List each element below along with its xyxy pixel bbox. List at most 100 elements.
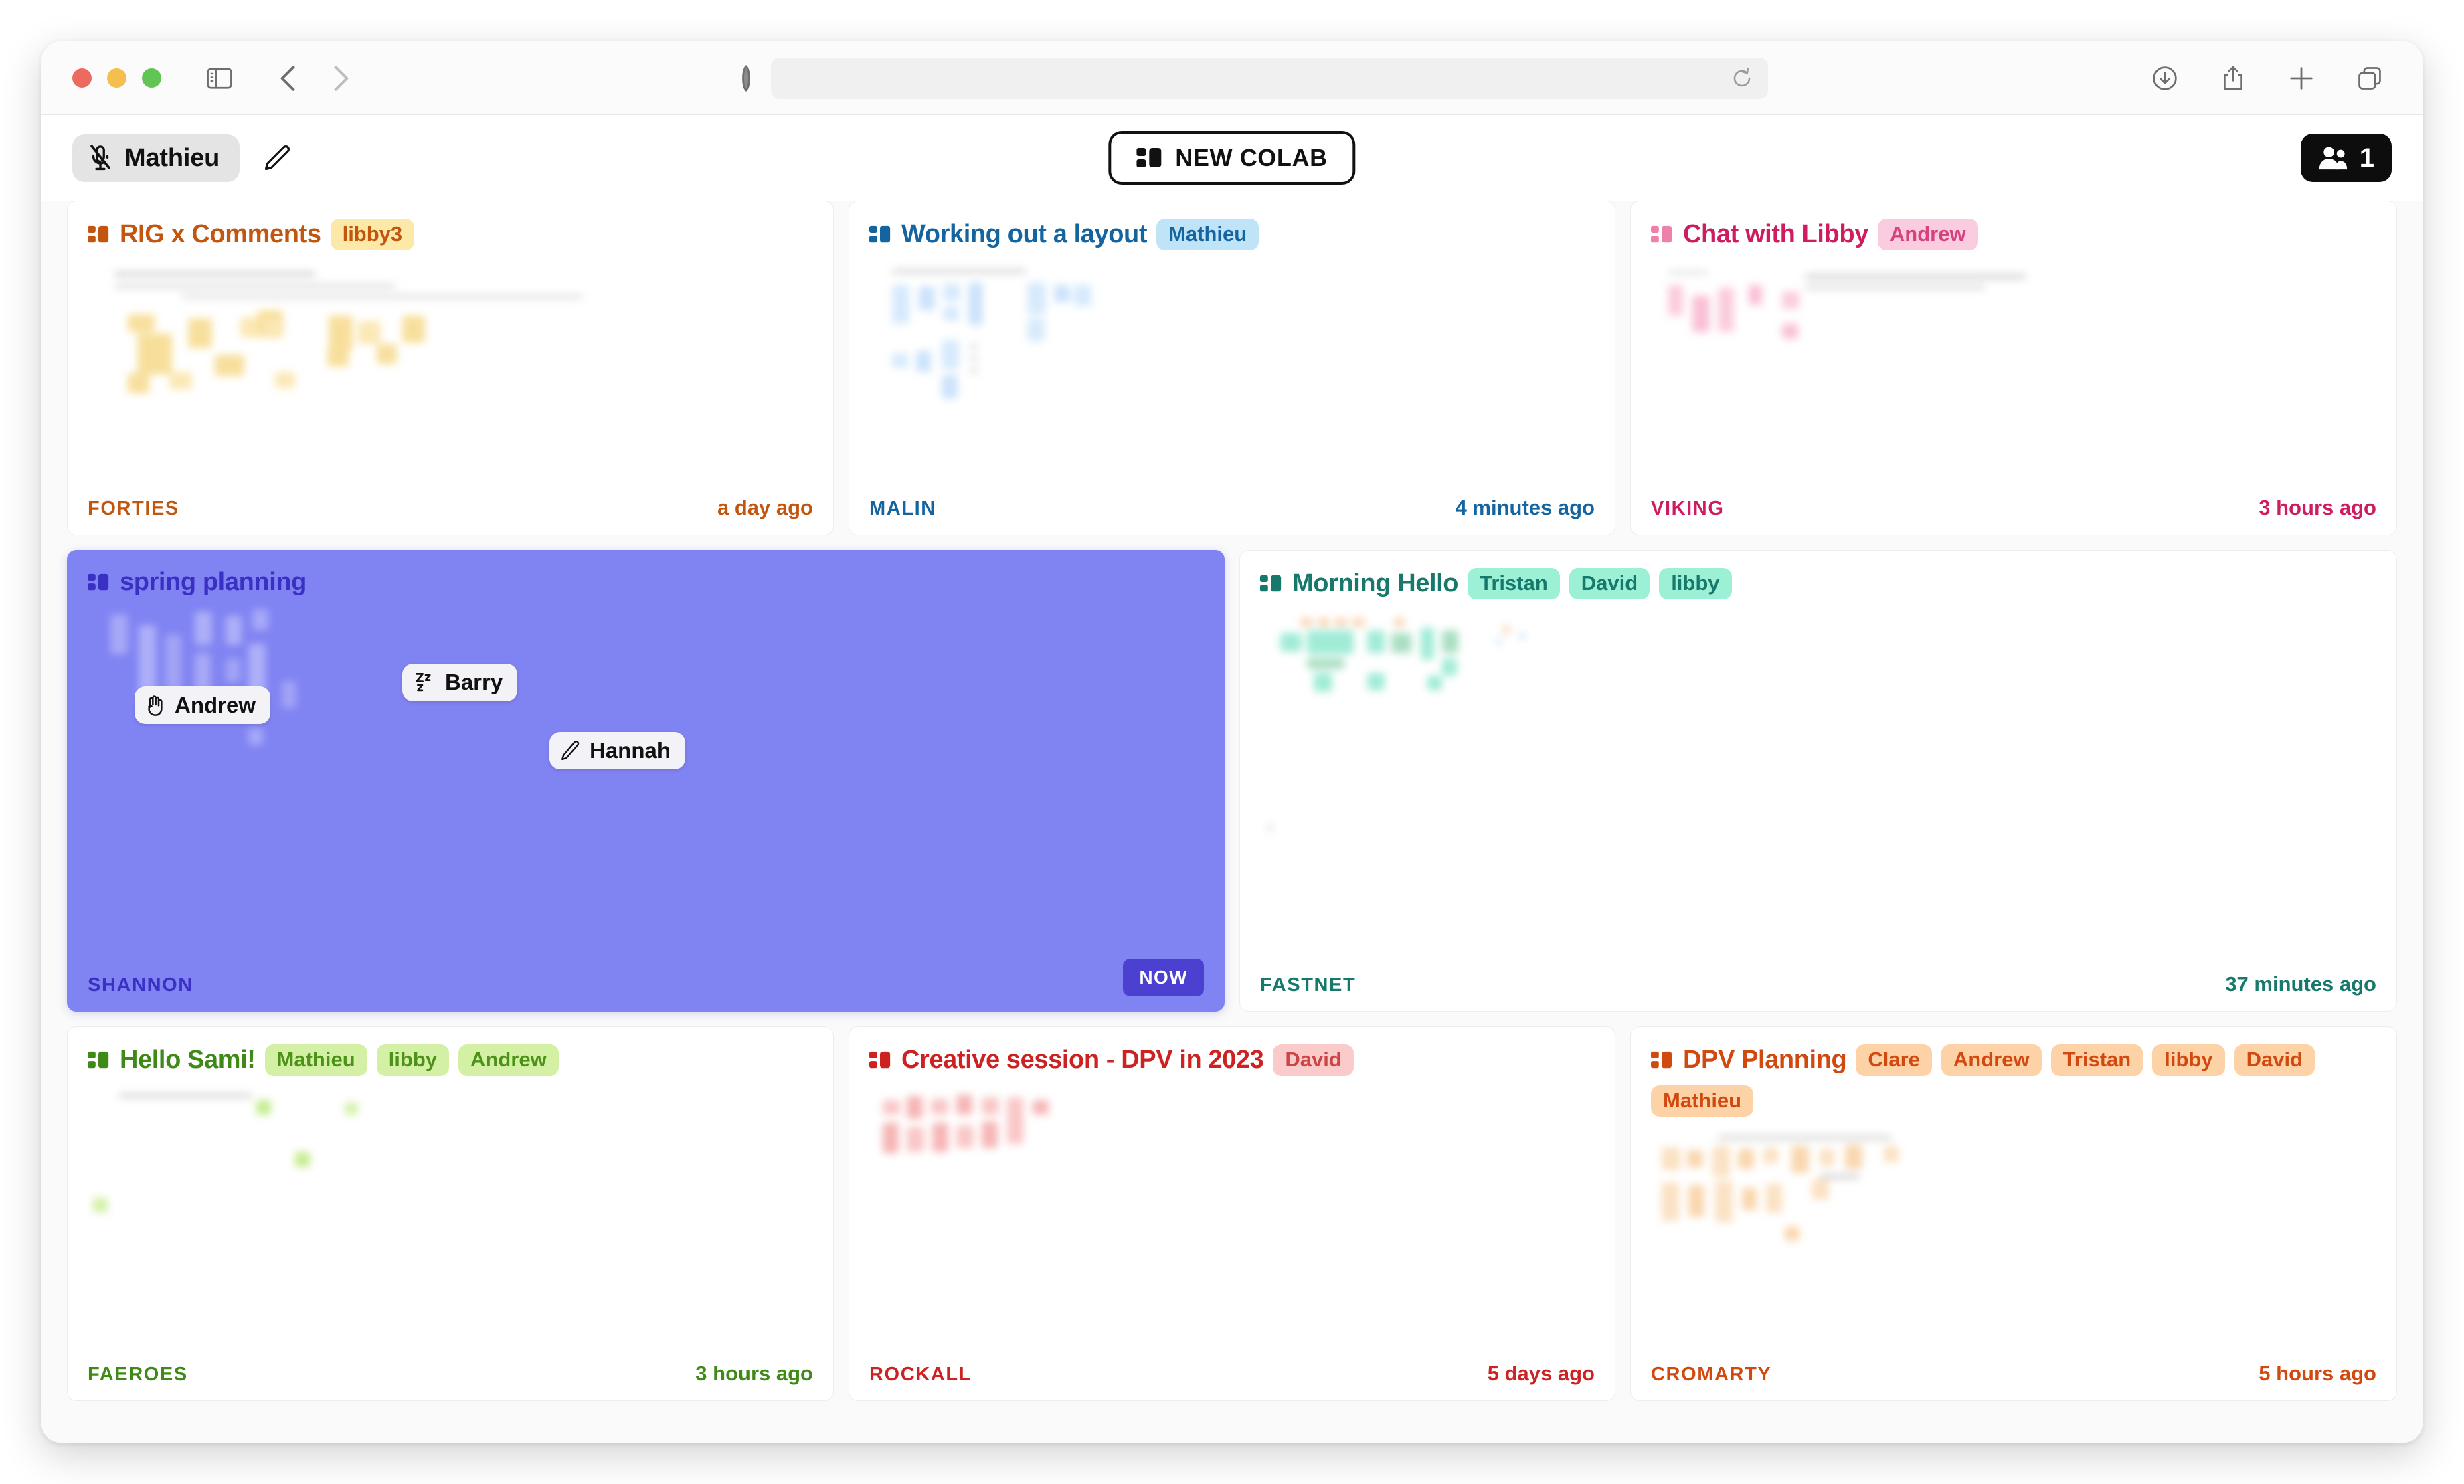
card-footer-name: ROCKALL	[869, 1364, 972, 1385]
maximize-window-button[interactable]	[142, 68, 161, 88]
downloads-icon[interactable]	[2144, 58, 2186, 99]
participant-chip[interactable]: Andrew	[458, 1044, 559, 1076]
card-preview	[869, 254, 1595, 489]
card-footer-name: CROMARTY	[1651, 1364, 1772, 1385]
colab-grid: RIG x Comments libby3 FORTIES a day ago …	[41, 201, 2423, 1443]
new-colab-button[interactable]: NEW COLAB	[1108, 131, 1356, 185]
edit-name-pencil-icon[interactable]	[262, 143, 292, 173]
colab-card-morning-hello[interactable]: Morning Hello Tristan David libby FASTNE…	[1239, 550, 2397, 1012]
card-thumbnail	[88, 1080, 813, 1355]
participant-chip[interactable]: libby	[376, 1044, 450, 1076]
sidebar-toggle-icon[interactable]	[199, 58, 240, 99]
card-title-text: Hello Sami!	[120, 1046, 256, 1074]
card-footer-name: FASTNET	[1260, 974, 1356, 996]
privacy-shield-icon[interactable]	[739, 64, 754, 92]
current-user-chip[interactable]: Mathieu	[72, 134, 240, 182]
participant-chip[interactable]: David	[1569, 568, 1650, 599]
colab-card-dpv-planning[interactable]: DPV Planning Clare Andrew Tristan libby …	[1630, 1026, 2397, 1401]
participant-chip[interactable]: David	[2234, 1044, 2315, 1076]
card-preview	[88, 254, 813, 489]
card-title-text: Morning Hello	[1292, 569, 1459, 597]
participant-chip[interactable]: libby	[1659, 568, 1732, 599]
card-footer-name: MALIN	[869, 498, 936, 519]
participant-chip[interactable]: Andrew	[1877, 219, 1978, 250]
presence-pill-andrew[interactable]: Andrew	[135, 686, 271, 724]
grid-layout-icon	[88, 225, 109, 244]
card-footer-name: VIKING	[1651, 498, 1725, 519]
participant-chip[interactable]: Mathieu	[1651, 1085, 1754, 1117]
forward-chevron-icon[interactable]	[321, 58, 362, 99]
browser-titlebar	[41, 41, 2423, 115]
grid-layout-icon	[88, 1051, 109, 1069]
card-thumbnail	[88, 601, 1204, 952]
card-header: Hello Sami! Mathieu libby Andrew	[88, 1044, 813, 1076]
browser-toolbar-right	[2144, 58, 2390, 99]
participant-chip[interactable]: Clare	[1856, 1044, 1932, 1076]
card-footer: FASTNET 37 minutes ago	[1260, 972, 2376, 996]
participant-chip[interactable]: Andrew	[1941, 1044, 2042, 1076]
card-footer-time: 3 hours ago	[695, 1362, 813, 1385]
tab-overview-icon[interactable]	[2349, 58, 2390, 99]
card-footer: SHANNON NOW	[88, 959, 1204, 996]
card-preview	[1260, 604, 2376, 965]
sleeping-zzz-icon	[413, 671, 436, 694]
card-title: Creative session - DPV in 2023	[869, 1046, 1264, 1075]
presence-pill-hannah[interactable]: Hannah	[549, 732, 686, 769]
participant-chip[interactable]: Tristan	[2050, 1044, 2143, 1076]
presence-name: Hannah	[590, 738, 671, 763]
participant-chip[interactable]: David	[1273, 1044, 1354, 1076]
colab-card-spring-planning[interactable]: spring planning Andrew Barry Hannah SHAN…	[67, 550, 1225, 1012]
card-title-text: spring planning	[120, 568, 306, 596]
grid-row-1: RIG x Comments libby3 FORTIES a day ago …	[67, 201, 2397, 535]
participant-chip[interactable]: Mathieu	[1156, 219, 1259, 250]
card-title: Hello Sami!	[88, 1046, 256, 1075]
card-footer-name: SHANNON	[88, 974, 193, 996]
close-window-button[interactable]	[72, 68, 92, 88]
presence-name: Andrew	[175, 692, 256, 717]
card-footer-time: 4 minutes ago	[1455, 496, 1595, 519]
participant-chip[interactable]: libby3	[330, 219, 415, 250]
minimize-window-button[interactable]	[107, 68, 126, 88]
card-header: Creative session - DPV in 2023 David	[869, 1044, 1595, 1076]
participants-count: 1	[2359, 143, 2374, 173]
card-title: DPV Planning	[1651, 1046, 1847, 1075]
participant-chip[interactable]: libby	[2152, 1044, 2225, 1076]
presence-pill-barry[interactable]: Barry	[402, 664, 518, 701]
card-thumbnail	[1260, 604, 2376, 965]
colab-card-creative-session[interactable]: Creative session - DPV in 2023 David ROC…	[849, 1026, 1615, 1401]
hand-raised-icon	[145, 694, 165, 717]
card-header: Chat with Libby Andrew	[1651, 219, 2376, 250]
card-footer: CROMARTY 5 hours ago	[1651, 1362, 2376, 1386]
colab-card-working-out-a-layout[interactable]: Working out a layout Mathieu MALIN 4 min…	[849, 201, 1615, 535]
new-colab-label: NEW COLAB	[1175, 144, 1328, 171]
card-footer-name: FORTIES	[88, 498, 179, 519]
url-input[interactable]	[770, 57, 1768, 99]
colab-card-hello-sami[interactable]: Hello Sami! Mathieu libby Andrew FAEROES…	[67, 1026, 834, 1401]
card-thumbnail	[869, 254, 1595, 489]
colab-card-rig-x-comments[interactable]: RIG x Comments libby3 FORTIES a day ago	[67, 201, 834, 535]
plus-icon[interactable]	[2281, 58, 2322, 99]
card-title-text: Chat with Libby	[1683, 220, 1868, 248]
presence-name: Barry	[445, 670, 503, 694]
colab-card-chat-with-libby[interactable]: Chat with Libby Andrew VIKING 3 hours ag…	[1630, 201, 2397, 535]
participant-chip[interactable]: Tristan	[1468, 568, 1560, 599]
grid-layout-icon	[869, 1051, 891, 1069]
card-footer-time: 3 hours ago	[2259, 496, 2376, 519]
back-chevron-icon[interactable]	[267, 58, 309, 99]
grid-row-3: Hello Sami! Mathieu libby Andrew FAEROES…	[67, 1026, 2397, 1401]
reload-icon[interactable]	[1731, 67, 1753, 90]
card-preview	[88, 1080, 813, 1355]
card-footer: VIKING 3 hours ago	[1651, 496, 2376, 520]
card-title: Chat with Libby	[1651, 220, 1868, 249]
card-preview	[1651, 254, 2376, 489]
share-icon[interactable]	[2212, 58, 2254, 99]
card-title-text: RIG x Comments	[120, 220, 321, 248]
grid-layout-icon	[1136, 147, 1162, 169]
card-footer: FAEROES 3 hours ago	[88, 1362, 813, 1386]
participants-badge[interactable]: 1	[2300, 134, 2392, 182]
card-header: Morning Hello Tristan David libby	[1260, 568, 2376, 599]
participant-chip[interactable]: Mathieu	[264, 1044, 367, 1076]
card-preview	[869, 1080, 1595, 1355]
mic-muted-icon[interactable]	[88, 144, 112, 172]
card-title: Morning Hello	[1260, 569, 1459, 598]
